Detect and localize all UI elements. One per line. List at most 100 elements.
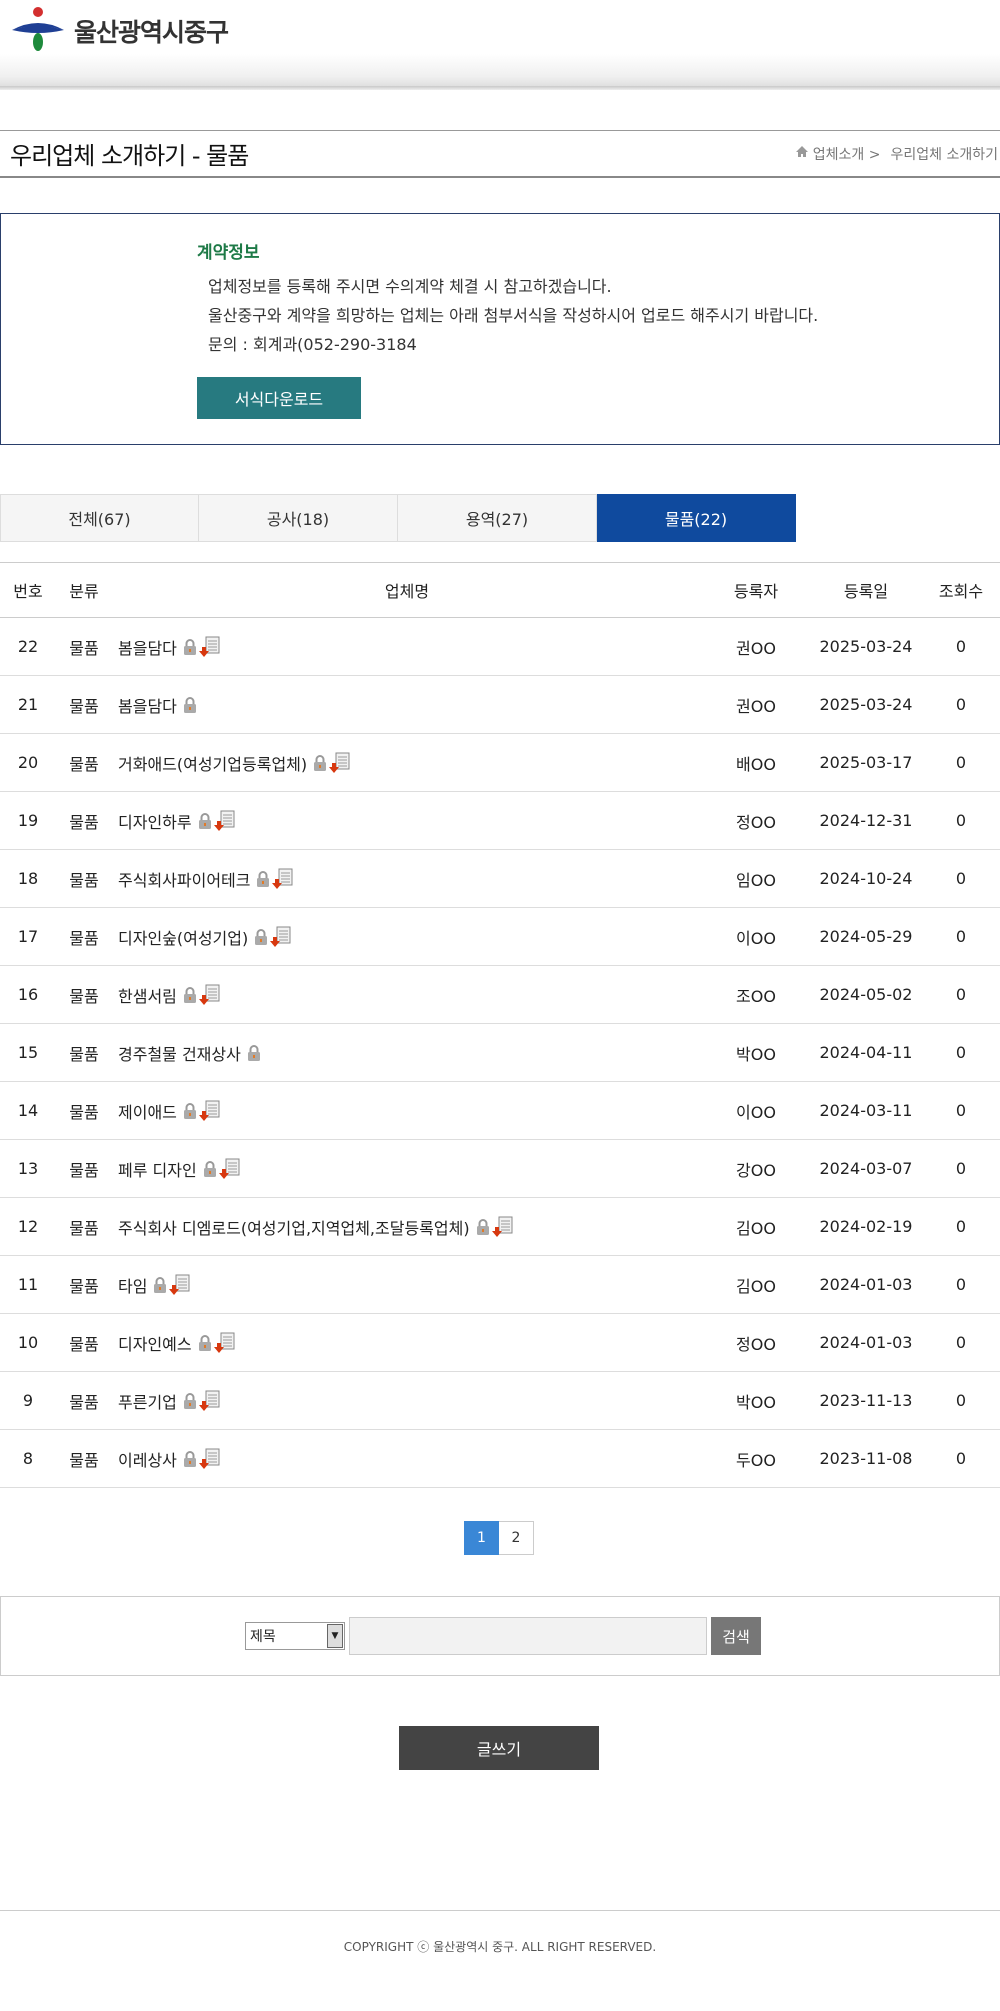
company-name-link[interactable]: 제이애드 [118, 1099, 177, 1123]
table-row[interactable]: 9 물품 푸른기업 박OO 2023-11-13 0 [0, 1372, 1000, 1430]
company-name-link[interactable]: 타임 [118, 1273, 147, 1297]
row-category: 물품 [69, 696, 99, 716]
page-1-button[interactable]: 1 [464, 1521, 499, 1555]
file-download-icon[interactable] [213, 810, 236, 832]
logo-text: 울산광역시중구 [74, 18, 229, 47]
table-row[interactable]: 10 물품 디자인예스 정OO 2024-01-03 0 [0, 1314, 1000, 1372]
file-download-icon[interactable] [198, 636, 221, 658]
row-number: 10 [17, 1333, 39, 1352]
row-registrant: 이OO [736, 1102, 776, 1122]
row-views: 0 [955, 1043, 967, 1062]
row-date: 2025-03-24 [819, 695, 913, 714]
file-download-icon[interactable] [491, 1216, 514, 1238]
form-download-button[interactable]: 서식다운로드 [197, 377, 361, 419]
company-name-link[interactable]: 디자인하루 [118, 809, 192, 833]
row-category: 물품 [69, 1102, 99, 1122]
row-date: 2024-01-03 [819, 1333, 913, 1352]
breadcrumb-item[interactable]: 업체소개 > [813, 144, 881, 164]
company-name-link[interactable]: 디자인숲(여성기업) [118, 925, 248, 949]
company-name-link[interactable]: 디자인예스 [118, 1331, 192, 1355]
row-company: 이레상사 [112, 1447, 702, 1471]
company-name-link[interactable]: 주식회사 디엠로드(여성기업,지역업체,조달등록업체) [118, 1215, 470, 1239]
table-row[interactable]: 11 물품 타임 김OO 2024-01-03 0 [0, 1256, 1000, 1314]
row-number: 12 [17, 1217, 39, 1236]
file-download-icon[interactable] [213, 1332, 236, 1354]
row-registrant: 조OO [736, 986, 776, 1006]
home-icon[interactable] [795, 145, 809, 162]
write-button[interactable]: 글쓰기 [399, 1726, 599, 1770]
company-name-link[interactable]: 주식회사파이어테크 [118, 867, 250, 891]
search-button[interactable]: 검색 [711, 1617, 761, 1655]
search-input[interactable] [349, 1617, 707, 1655]
row-number: 8 [22, 1449, 34, 1468]
table-row[interactable]: 22 물품 봄을담다 권OO 2025-03-24 0 [0, 618, 1000, 676]
chevron-down-icon[interactable]: ▼ [327, 1624, 343, 1648]
file-download-icon[interactable] [169, 1274, 191, 1296]
file-download-icon[interactable] [198, 984, 221, 1006]
breadcrumb-item-current[interactable]: 우리업체 소개하기 [891, 144, 999, 164]
row-date: 2024-05-02 [819, 985, 913, 1004]
file-download-icon[interactable] [218, 1158, 241, 1180]
row-number: 18 [17, 869, 39, 888]
table-body: 22 물품 봄을담다 권OO 2025-03-24 0 21 물품 봄을담다 권OO 2025-03… [0, 618, 1000, 1488]
header-number: 번호 [13, 582, 43, 601]
table-row[interactable]: 13 물품 페루 디자인 강OO 2024-03-07 0 [0, 1140, 1000, 1198]
header-date: 등록일 [843, 582, 889, 601]
company-name-link[interactable]: 봄을담다 [118, 635, 177, 659]
header-registrant: 등록자 [733, 582, 779, 601]
lock-icon [198, 812, 212, 830]
table-row[interactable]: 19 물품 디자인하루 정OO 2024-12-31 0 [0, 792, 1000, 850]
company-name-link[interactable]: 페루 디자인 [118, 1157, 197, 1181]
page-2-button[interactable]: 2 [499, 1521, 534, 1555]
tab-service[interactable]: 용역(27) [398, 494, 597, 542]
lock-icon [183, 1392, 197, 1410]
row-views: 0 [955, 811, 967, 830]
file-download-icon[interactable] [198, 1448, 221, 1470]
page-title: 우리업체 소개하기 - 물품 [10, 142, 249, 170]
table-row[interactable]: 8 물품 이레상사 두OO 2023-11-08 0 [0, 1430, 1000, 1488]
table-row[interactable]: 18 물품 주식회사파이어테크 임OO 2024-10-24 0 [0, 850, 1000, 908]
logo[interactable]: 울산광역시중구 [10, 7, 229, 54]
table-row[interactable]: 20 물품 거화애드(여성기업등록업체) 배OO 2025-03-17 0 [0, 734, 1000, 792]
header-category: 분류 [69, 582, 99, 601]
company-name-link[interactable]: 한샘서림 [118, 983, 177, 1007]
file-download-icon[interactable] [329, 752, 351, 774]
info-line: 문의 : 회계과(052-290-3184 [208, 335, 417, 354]
row-registrant: 권OO [736, 638, 776, 658]
tab-all[interactable]: 전체(67) [0, 494, 199, 542]
row-category: 물품 [69, 1218, 99, 1238]
row-date: 2024-10-24 [819, 869, 913, 888]
row-date: 2024-02-19 [819, 1217, 913, 1236]
row-company: 경주철물 건재상사 [112, 1041, 702, 1065]
company-name-link[interactable]: 경주철물 건재상사 [118, 1041, 241, 1065]
table-row[interactable]: 16 물품 한샘서림 조OO 2024-05-02 0 [0, 966, 1000, 1024]
tab-goods[interactable]: 물품(22) [597, 494, 796, 542]
file-download-icon[interactable] [270, 926, 292, 948]
row-registrant: 정OO [736, 1334, 776, 1354]
file-download-icon[interactable] [198, 1390, 221, 1412]
row-company: 디자인숲(여성기업) [112, 925, 702, 949]
table-row[interactable]: 17 물품 디자인숲(여성기업) 이OO 2024-05-29 0 [0, 908, 1000, 966]
row-views: 0 [955, 1333, 967, 1352]
table-row[interactable]: 12 물품 주식회사 디엠로드(여성기업,지역업체,조달등록업체) 김OO 2024-0… [0, 1198, 1000, 1256]
company-name-link[interactable]: 봄을담다 [118, 693, 177, 717]
lock-icon [203, 1160, 217, 1178]
row-registrant: 김OO [736, 1276, 776, 1296]
company-name-link[interactable]: 푸른기업 [118, 1389, 177, 1413]
table-row[interactable]: 15 물품 경주철물 건재상사 박OO 2024-04-11 0 [0, 1024, 1000, 1082]
row-registrant: 두OO [736, 1450, 776, 1470]
file-download-icon[interactable] [198, 1100, 221, 1122]
row-views: 0 [955, 1217, 967, 1236]
company-name-link[interactable]: 거화애드(여성기업등록업체) [118, 751, 307, 775]
file-download-icon[interactable] [272, 868, 294, 890]
tab-construction[interactable]: 공사(18) [199, 494, 398, 542]
table-row[interactable]: 14 물품 제이애드 이OO 2024-03-11 0 [0, 1082, 1000, 1140]
row-company: 제이애드 [112, 1099, 702, 1123]
table-row[interactable]: 21 물품 봄을담다 권OO 2025-03-24 0 [0, 676, 1000, 734]
info-line: 업체정보를 등록해 주시면 수의계약 체결 시 참고하겠습니다. [208, 277, 612, 296]
company-name-link[interactable]: 이레상사 [118, 1447, 177, 1471]
row-category: 물품 [69, 812, 99, 832]
row-number: 19 [17, 811, 39, 830]
row-registrant: 정OO [736, 812, 776, 832]
search-field-select[interactable]: 제목 ▼ [245, 1622, 345, 1650]
